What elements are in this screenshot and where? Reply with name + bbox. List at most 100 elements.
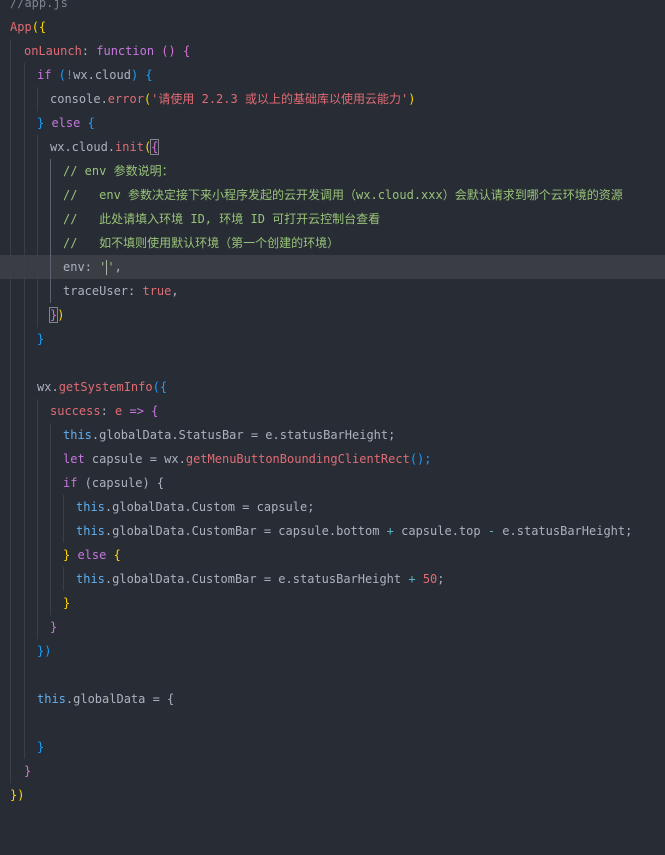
indent-guide (37, 183, 38, 207)
code-line[interactable]: if (capsule) { (0, 471, 665, 495)
code-token: ) (408, 92, 416, 106)
code-line[interactable]: // env 参数决定接下来小程序发起的云开发调用（wx.cloud.xxx）会… (0, 183, 665, 207)
code-line[interactable]: } (0, 327, 665, 351)
code-text: App({ (10, 15, 46, 39)
indent-guide (10, 87, 11, 111)
code-token: this (37, 692, 66, 706)
indent-guide (10, 711, 11, 735)
code-text: } else { (37, 111, 95, 135)
indent-guide (50, 543, 51, 567)
indent-guide (24, 639, 25, 663)
indent-guide (24, 159, 25, 183)
code-token: error (107, 92, 144, 106)
code-token: this (76, 500, 105, 514)
bracket-match: { (150, 139, 160, 155)
code-token: getMenuButtonBoundingClientRect (185, 452, 410, 466)
code-line[interactable]: } else { (0, 543, 665, 567)
indent-guide (10, 135, 11, 159)
indent-guide (37, 423, 38, 447)
indent-guide (50, 471, 51, 495)
indent-guide (10, 495, 11, 519)
code-text: }) (48, 303, 64, 327)
code-token: ; (437, 572, 445, 586)
code-token: e (278, 572, 286, 586)
code-line[interactable]: } (0, 759, 665, 783)
code-token: : (81, 44, 97, 58)
code-line[interactable] (0, 711, 665, 735)
indent-guide (37, 135, 38, 159)
code-line[interactable]: } (0, 615, 665, 639)
code-token: success (50, 404, 101, 418)
indent-guide (63, 567, 64, 591)
code-text: } (37, 735, 44, 759)
code-line[interactable]: } else { (0, 111, 665, 135)
code-line[interactable]: this.globalData.StatusBar = e.statusBarH… (0, 423, 665, 447)
indent-guide (10, 399, 11, 423)
code-text: this.globalData = { (37, 687, 174, 711)
code-token: .globalData.CustomBar = capsule.bottom (104, 524, 387, 538)
indent-guide (24, 351, 25, 375)
indent-guide (24, 87, 25, 111)
code-line[interactable]: // env 参数说明： (0, 159, 665, 183)
indent-guide (10, 663, 11, 687)
indent-guide (37, 279, 38, 303)
code-line[interactable] (0, 351, 665, 375)
code-token: if (63, 476, 78, 490)
code-token: else (44, 116, 88, 130)
indent-guide (50, 183, 51, 207)
indent-guide (24, 111, 25, 135)
code-line[interactable]: this.globalData.CustomBar = capsule.bott… (0, 519, 665, 543)
code-line[interactable]: this.globalData.Custom = capsule; (0, 495, 665, 519)
code-token: } (63, 596, 71, 610)
indent-guide (37, 591, 38, 615)
code-editor[interactable]: //app.js App({ onLaunch: function () { i… (0, 0, 665, 811)
code-string: '' (99, 260, 115, 275)
indent-guide (10, 759, 11, 783)
indent-guide (24, 207, 25, 231)
code-token: - (487, 524, 496, 538)
code-line[interactable]: this.globalData = { (0, 687, 665, 711)
code-line[interactable] (0, 663, 665, 687)
code-line[interactable]: //app.js (0, 0, 665, 15)
code-token: let (63, 452, 85, 466)
indent-guide (24, 711, 25, 735)
code-line[interactable]: onLaunch: function () { (0, 39, 665, 63)
code-line[interactable]: wx.getSystemInfo({ (0, 375, 665, 399)
code-token: }) (37, 644, 52, 658)
indent-guide (24, 255, 25, 279)
code-line[interactable]: } (0, 735, 665, 759)
code-token: } (24, 764, 32, 778)
code-text: } (63, 591, 70, 615)
code-token: getSystemInfo (58, 380, 153, 394)
code-line[interactable]: if (!wx.cloud) { (0, 63, 665, 87)
code-line[interactable]: let capsule = wx.getMenuButtonBoundingCl… (0, 447, 665, 471)
code-line-current[interactable]: env: '', (0, 255, 665, 279)
code-token: } (37, 332, 45, 346)
code-line[interactable]: }) (0, 303, 665, 327)
indent-guide (24, 543, 25, 567)
code-token: } (37, 740, 45, 754)
code-line[interactable]: this.globalData.CustomBar = e.statusBarH… (0, 567, 665, 591)
indent-guide (24, 519, 25, 543)
code-token: App (10, 20, 32, 34)
code-token: capsule = (84, 452, 165, 466)
code-line[interactable]: } (0, 591, 665, 615)
code-line[interactable]: App({ (0, 15, 665, 39)
indent-guide (10, 159, 11, 183)
indent-guide (10, 63, 11, 87)
code-token: this (76, 572, 105, 586)
code-line[interactable]: }) (0, 639, 665, 663)
code-line[interactable]: console.error('请使用 2.2.3 或以上的基础库以使用云能力') (0, 87, 665, 111)
code-token: e (502, 524, 510, 538)
code-line[interactable]: // 此处请填入环境 ID, 环境 ID 可打开云控制台查看 (0, 207, 665, 231)
code-line[interactable]: wx.cloud.init({ (0, 135, 665, 159)
code-line[interactable]: }) (0, 783, 665, 807)
code-line[interactable]: success: e => { (0, 399, 665, 423)
code-token: (); (409, 452, 432, 466)
code-line[interactable]: traceUser: true, (0, 279, 665, 303)
code-text: this.globalData.CustomBar = capsule.bott… (76, 519, 632, 543)
code-token: + (408, 572, 416, 586)
code-token: console. (50, 92, 108, 106)
code-line[interactable]: // 如不填则使用默认环境（第一个创建的环境） (0, 231, 665, 255)
code-text: let capsule = wx.getMenuButtonBoundingCl… (63, 447, 432, 471)
